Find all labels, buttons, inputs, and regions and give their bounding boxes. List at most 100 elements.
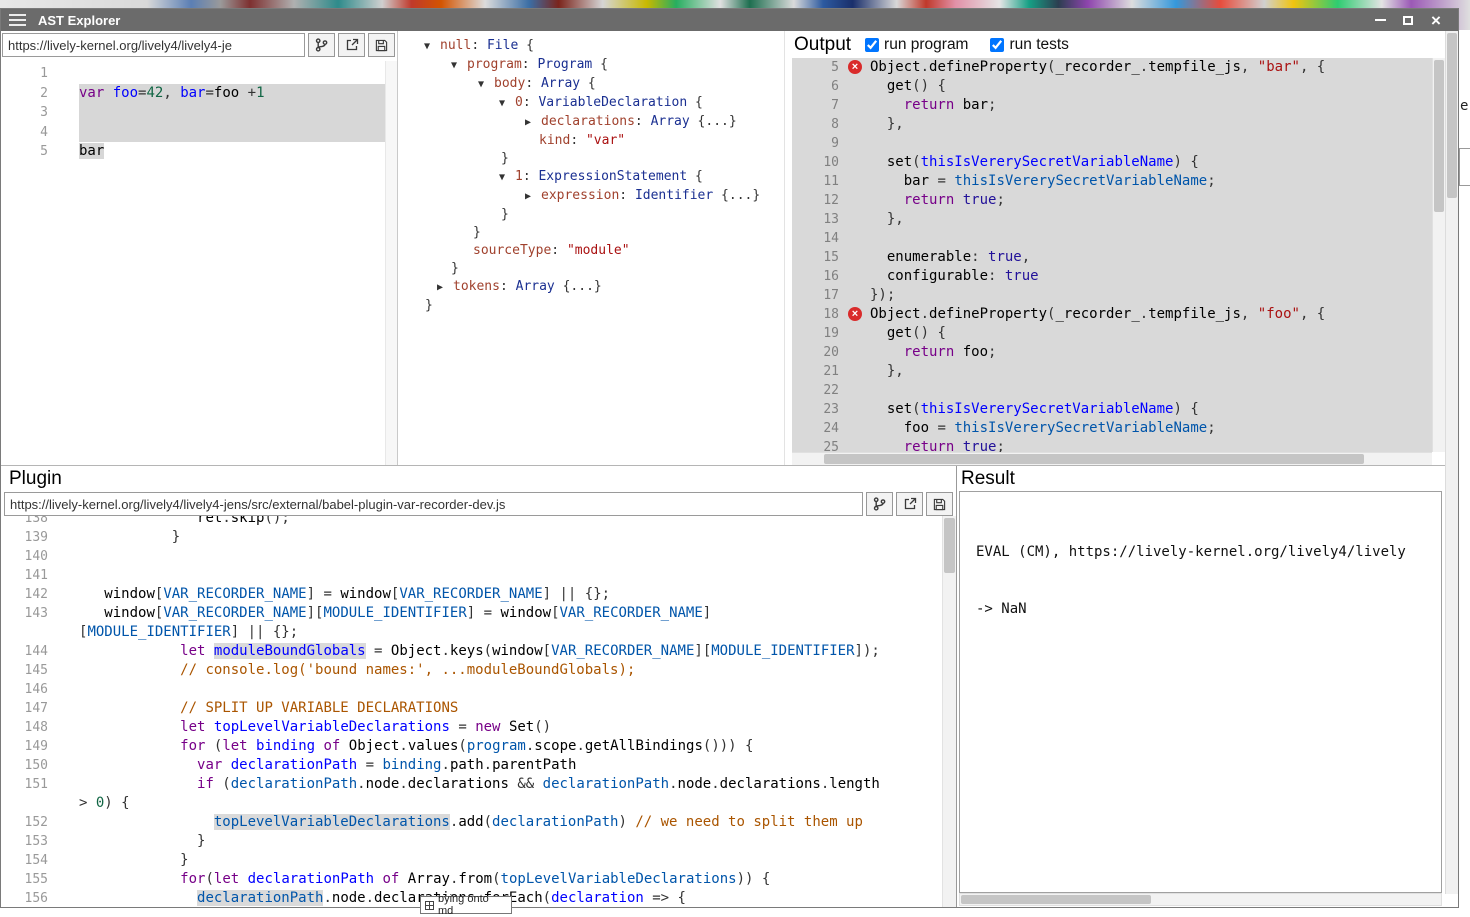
code-line[interactable]: 138 ret.skip(); bbox=[1, 516, 942, 528]
plugin-version-control-button[interactable] bbox=[866, 492, 893, 516]
code-line[interactable]: 151 if (declarationPath.node.declaration… bbox=[1, 775, 942, 794]
minimize-button[interactable] bbox=[1366, 9, 1394, 31]
collapse-icon[interactable]: ▼ bbox=[424, 38, 440, 56]
save-button[interactable] bbox=[368, 33, 395, 57]
run-program-toggle[interactable]: run program bbox=[865, 36, 968, 54]
ast-node[interactable]: ▶declarations: Array {...} bbox=[424, 113, 784, 132]
scrollbar-thumb[interactable] bbox=[961, 895, 1151, 904]
ast-node[interactable]: ▼body: Array { bbox=[424, 75, 784, 94]
code-line[interactable]: 21 }, bbox=[792, 362, 1432, 381]
source-editor-scrollbar[interactable] bbox=[385, 61, 397, 465]
output-horizontal-scrollbar[interactable] bbox=[792, 452, 1432, 465]
code-line[interactable]: 142 window[VAR_RECORDER_NAME] = window[V… bbox=[1, 585, 942, 604]
error-icon[interactable]: × bbox=[848, 307, 862, 321]
ast-node[interactable]: } bbox=[424, 224, 784, 242]
collapse-icon[interactable]: ▼ bbox=[499, 169, 515, 187]
ast-node[interactable]: sourceType: "module" bbox=[424, 242, 784, 260]
code-line[interactable]: 5bar bbox=[1, 142, 386, 162]
expand-icon[interactable]: ▶ bbox=[437, 279, 453, 297]
code-line[interactable]: 24 foo = thisIsVererySecretVariableName; bbox=[792, 419, 1432, 438]
ast-node[interactable]: } bbox=[424, 297, 784, 315]
menu-icon[interactable] bbox=[9, 14, 26, 26]
source-editor[interactable]: 12var foo=42, bar=foo +1345bar bbox=[1, 61, 386, 465]
ast-node[interactable]: ▶tokens: Array {...} bbox=[424, 278, 784, 297]
scrollbar-thumb[interactable] bbox=[1434, 60, 1444, 212]
code-line[interactable]: 20 return foo; bbox=[792, 343, 1432, 362]
code-line[interactable]: 6 get() { bbox=[792, 77, 1432, 96]
code-line[interactable]: 7 return bar; bbox=[792, 96, 1432, 115]
code-line[interactable]: 13 }, bbox=[792, 210, 1432, 229]
code-line[interactable]: 146 bbox=[1, 680, 942, 699]
ast-node[interactable]: ▼null: File { bbox=[424, 37, 784, 56]
scrollbar-thumb[interactable] bbox=[1447, 33, 1457, 198]
collapse-icon[interactable]: ▼ bbox=[478, 76, 494, 94]
ast-node[interactable]: } bbox=[424, 150, 784, 168]
collapse-icon[interactable]: ▼ bbox=[451, 57, 467, 75]
run-tests-toggle[interactable]: run tests bbox=[990, 36, 1068, 54]
source-url-input[interactable] bbox=[2, 33, 305, 57]
plugin-scrollbar[interactable] bbox=[942, 516, 956, 907]
expand-icon[interactable]: ▶ bbox=[525, 188, 541, 206]
output-vertical-scrollbar[interactable] bbox=[1432, 58, 1445, 452]
code-line[interactable]: 154 } bbox=[1, 851, 942, 870]
code-line[interactable]: 150 var declarationPath = binding.path.p… bbox=[1, 756, 942, 775]
code-line[interactable]: 5×Object.defineProperty(_recorder_.tempf… bbox=[792, 58, 1432, 77]
ast-node[interactable]: } bbox=[424, 206, 784, 224]
code-line[interactable]: 155 for(let declarationPath of Array.fro… bbox=[1, 870, 942, 889]
run-program-checkbox[interactable] bbox=[865, 38, 879, 52]
expand-icon[interactable]: ▶ bbox=[525, 114, 541, 132]
plugin-open-button[interactable] bbox=[896, 492, 923, 516]
bottom-overlay[interactable]: bying onto md bbox=[420, 896, 512, 914]
code-line[interactable]: 16 configurable: true bbox=[792, 267, 1432, 286]
plugin-editor[interactable]: 138 ret.skip();139 }140141142 window[VAR… bbox=[1, 516, 942, 907]
ast-tree-panel[interactable]: ▼null: File {▼program: Program {▼body: A… bbox=[398, 31, 784, 465]
code-line[interactable]: 153 } bbox=[1, 832, 942, 851]
open-button[interactable] bbox=[338, 33, 365, 57]
code-line[interactable]: 9 bbox=[792, 134, 1432, 153]
code-line[interactable]: 143 window[VAR_RECORDER_NAME][MODULE_IDE… bbox=[1, 604, 942, 623]
code-line[interactable]: 19 get() { bbox=[792, 324, 1432, 343]
code-line[interactable]: 8 }, bbox=[792, 115, 1432, 134]
plugin-save-button[interactable] bbox=[926, 492, 953, 516]
run-tests-checkbox[interactable] bbox=[990, 38, 1004, 52]
ast-node[interactable]: } bbox=[424, 260, 784, 278]
code-line[interactable]: 2var foo=42, bar=foo +1 bbox=[1, 84, 386, 104]
code-line[interactable]: 1 bbox=[1, 64, 386, 84]
code-line[interactable]: 149 for (let binding of Object.values(pr… bbox=[1, 737, 942, 756]
code-line[interactable]: 18×Object.defineProperty(_recorder_.temp… bbox=[792, 305, 1432, 324]
close-button[interactable]: × bbox=[1422, 9, 1450, 31]
code-line[interactable]: 17}); bbox=[792, 286, 1432, 305]
code-line[interactable]: 3 bbox=[1, 103, 386, 123]
code-line[interactable]: 140 bbox=[1, 547, 942, 566]
code-line[interactable]: 25 return true; bbox=[792, 438, 1432, 452]
maximize-button[interactable] bbox=[1394, 9, 1422, 31]
ast-node[interactable]: kind: "var" bbox=[424, 132, 784, 150]
code-line[interactable]: > 0) { bbox=[1, 794, 942, 813]
code-line[interactable]: 15 enumerable: true, bbox=[792, 248, 1432, 267]
code-line[interactable]: 152 topLevelVariableDeclarations.add(dec… bbox=[1, 813, 942, 832]
code-line[interactable]: 22 bbox=[792, 381, 1432, 400]
code-line[interactable]: 139 } bbox=[1, 528, 942, 547]
result-scrollbar[interactable] bbox=[959, 893, 1442, 906]
ast-node[interactable]: ▼1: ExpressionStatement { bbox=[424, 168, 784, 187]
ast-node[interactable]: ▼program: Program { bbox=[424, 56, 784, 75]
code-line[interactable]: 147 // SPLIT UP VARIABLE DECLARATIONS bbox=[1, 699, 942, 718]
code-line[interactable]: 141 bbox=[1, 566, 942, 585]
ast-node[interactable]: ▶expression: Identifier {...} bbox=[424, 187, 784, 206]
code-line[interactable]: 144 let moduleBoundGlobals = Object.keys… bbox=[1, 642, 942, 661]
collapse-icon[interactable]: ▼ bbox=[499, 95, 515, 113]
window-titlebar[interactable]: AST Explorer × bbox=[1, 9, 1458, 31]
code-line[interactable]: [MODULE_IDENTIFIER] || {}; bbox=[1, 623, 942, 642]
code-line[interactable]: 14 bbox=[792, 229, 1432, 248]
code-line[interactable]: 11 bar = thisIsVererySecretVariableName; bbox=[792, 172, 1432, 191]
code-line[interactable]: 23 set(thisIsVererySecretVariableName) { bbox=[792, 400, 1432, 419]
scrollbar-thumb[interactable] bbox=[824, 454, 1364, 464]
plugin-url-input[interactable] bbox=[4, 492, 863, 516]
code-line[interactable]: 4 bbox=[1, 123, 386, 143]
code-line[interactable]: 10 set(thisIsVererySecretVariableName) { bbox=[792, 153, 1432, 172]
version-control-button[interactable] bbox=[308, 33, 335, 57]
code-line[interactable]: 145 // console.log('bound names:', ...mo… bbox=[1, 661, 942, 680]
scrollbar-thumb[interactable] bbox=[944, 518, 955, 573]
code-line[interactable]: 12 return true; bbox=[792, 191, 1432, 210]
error-icon[interactable]: × bbox=[848, 60, 862, 74]
